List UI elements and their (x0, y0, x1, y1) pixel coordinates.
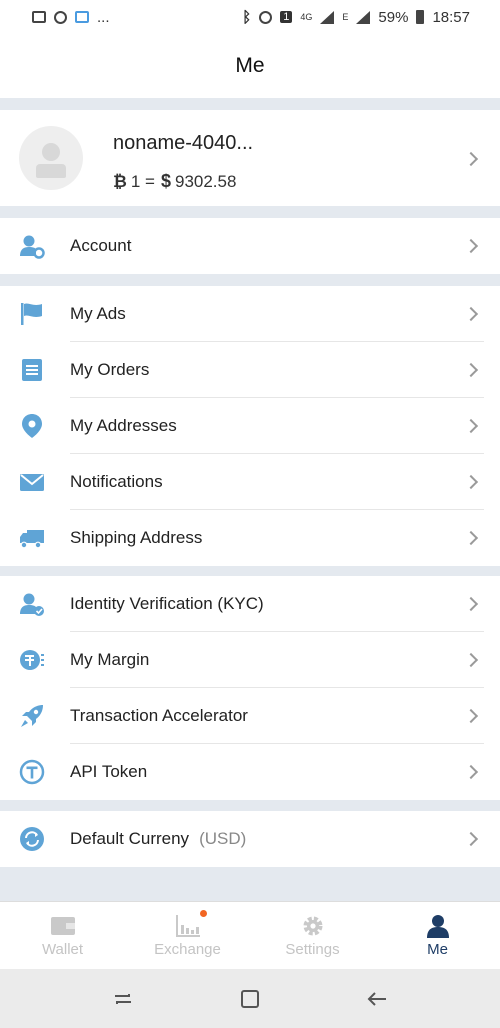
default-currency-value: (USD) (199, 829, 247, 848)
account-group: Account (0, 218, 500, 274)
default-currency-text: Default Curreny (70, 829, 190, 848)
chevron-right-icon (463, 764, 479, 780)
location-pin-icon (22, 414, 42, 438)
menu-label-transaction-accelerator: Transaction Accelerator (70, 706, 248, 725)
menu-item-my-ads[interactable]: My Ads (0, 286, 500, 342)
menu-label-notifications: Notifications (70, 472, 163, 491)
bottom-tab-bar: Wallet Exchange Settings Me (0, 901, 500, 969)
menu-item-shipping-address[interactable]: Shipping Address (0, 510, 500, 566)
status-bar: ... ᛒ 1 4G E 59% 18:57 (0, 0, 500, 34)
chevron-right-icon (463, 418, 479, 434)
menu-item-kyc[interactable]: Identity Verification (KYC) (0, 576, 500, 632)
tab-label-wallet: Wallet (41, 941, 84, 958)
flag-icon (21, 303, 42, 325)
system-nav-bar (0, 969, 500, 1028)
person-icon (426, 915, 449, 938)
menu-label-my-margin: My Margin (70, 650, 150, 669)
user-verified-icon (20, 593, 44, 616)
menu-label-my-ads: My Ads (70, 304, 126, 323)
list-icon (22, 359, 42, 381)
tab-label-me: Me (427, 941, 448, 958)
tab-exchange[interactable]: Exchange (125, 902, 250, 969)
tab-label-settings: Settings (285, 941, 340, 958)
back-icon[interactable] (366, 988, 388, 1010)
menu-label-default-currency: Default Curreny (USD) (70, 829, 246, 849)
clock: 18:57 (432, 8, 470, 26)
menu-item-my-margin[interactable]: My Margin (0, 632, 500, 688)
notification-dot (199, 910, 207, 917)
menu-item-notifications[interactable]: Notifications (0, 454, 500, 510)
security-group: Identity Verification (KYC) My Margin Tr… (0, 576, 500, 800)
chevron-right-icon (463, 306, 479, 322)
rocket-icon (21, 705, 43, 727)
chevron-right-icon (463, 530, 479, 546)
avatar (19, 126, 83, 190)
alarm-icon (259, 10, 273, 24)
menu-label-my-orders: My Orders (70, 360, 150, 379)
menu-label-account: Account (70, 236, 132, 255)
token-icon (19, 759, 45, 785)
menu-label-api-token: API Token (70, 762, 148, 781)
battery-percent: 59% (378, 8, 409, 26)
bitcoin-symbol: ₿ (113, 171, 127, 191)
gallery-icon (32, 11, 46, 23)
tab-wallet[interactable]: Wallet (0, 902, 125, 969)
tab-me[interactable]: Me (375, 902, 500, 969)
bar-chart-icon (175, 915, 200, 937)
rate-left: 1 = (130, 171, 155, 191)
chevron-right-icon (463, 151, 479, 167)
more-notifications: ... (97, 8, 110, 26)
gear-icon (303, 916, 322, 936)
sim-indicator: 1 (280, 11, 293, 23)
rate-value: 9302.58 (174, 171, 237, 191)
btc-rate: ₿ 1 = $ 9302.58 (113, 171, 236, 192)
bluetooth-icon: ᛒ (242, 8, 252, 26)
chevron-right-icon (463, 831, 479, 847)
menu-item-api-token[interactable]: API Token (0, 744, 500, 800)
chevron-right-icon (463, 238, 479, 254)
sync-icon (54, 10, 67, 24)
chevron-right-icon (463, 596, 479, 612)
chevron-right-icon (463, 474, 479, 490)
tab-label-exchange: Exchange (154, 941, 221, 958)
page-title: Me (235, 54, 265, 77)
wallet-icon (50, 917, 75, 935)
menu-label-kyc: Identity Verification (KYC) (70, 594, 264, 613)
chevron-right-icon (463, 362, 479, 378)
menu-item-default-currency[interactable]: Default Curreny (USD) (0, 811, 500, 867)
signal-icon (320, 10, 335, 24)
margin-icon (20, 650, 44, 670)
username: noname-4040... (113, 132, 254, 154)
menu-item-account[interactable]: Account (0, 218, 500, 274)
page-header: Me (0, 34, 500, 98)
chevron-right-icon (463, 708, 479, 724)
lock-icon (75, 11, 89, 23)
user-settings-icon (20, 235, 45, 259)
battery-icon (416, 10, 425, 24)
menu-item-my-orders[interactable]: My Orders (0, 342, 500, 398)
network-type: 4G (300, 12, 313, 22)
truck-icon (20, 530, 44, 549)
home-icon[interactable] (239, 988, 261, 1010)
signal-icon-2 (356, 10, 371, 24)
dollar-symbol: $ (160, 171, 171, 191)
currency-group: Default Curreny (USD) (0, 811, 500, 867)
chevron-right-icon (463, 652, 479, 668)
menu-label-shipping-address: Shipping Address (70, 528, 203, 547)
orders-group: My Ads My Orders My Addresses Notificati… (0, 286, 500, 566)
menu-item-transaction-accelerator[interactable]: Transaction Accelerator (0, 688, 500, 744)
menu-label-my-addresses: My Addresses (70, 416, 177, 435)
envelope-icon (20, 474, 44, 491)
profile-card[interactable]: noname-4040... ₿ 1 = $ 9302.58 (0, 110, 500, 206)
currency-exchange-icon (20, 827, 44, 851)
tab-settings[interactable]: Settings (250, 902, 375, 969)
recent-apps-icon[interactable] (112, 988, 134, 1010)
menu-item-my-addresses[interactable]: My Addresses (0, 398, 500, 454)
network-type-e: E (342, 12, 349, 22)
